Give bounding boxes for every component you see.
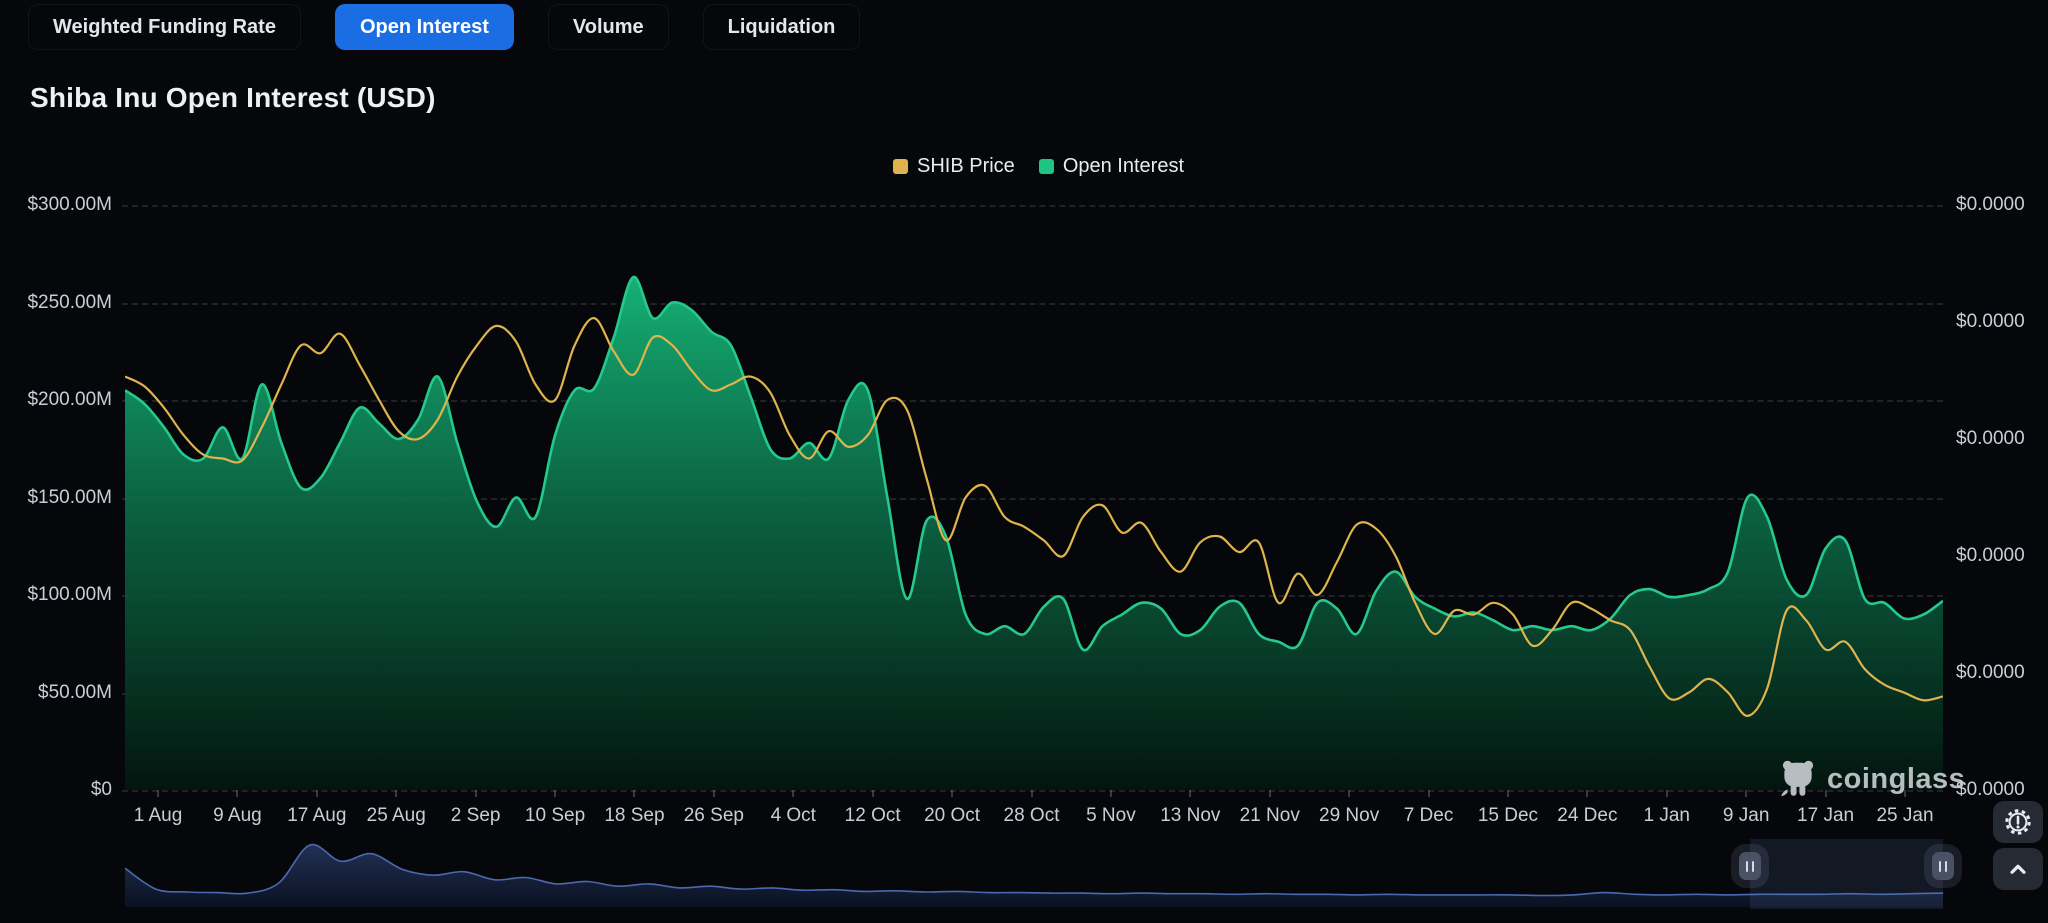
x-axis-tick bbox=[633, 790, 635, 797]
x-axis-tick bbox=[1745, 790, 1747, 797]
x-axis-tick bbox=[713, 790, 715, 797]
x-axis-label: 15 Dec bbox=[1478, 805, 1538, 827]
y-axis-right-label: $0.0000 bbox=[1956, 311, 2025, 333]
x-axis-label: 17 Jan bbox=[1797, 805, 1854, 827]
x-axis-tick bbox=[1507, 790, 1509, 797]
x-axis-label: 28 Oct bbox=[1004, 805, 1060, 827]
x-axis-tick bbox=[951, 790, 953, 797]
legend-item-open-interest[interactable]: Open Interest bbox=[1039, 155, 1184, 178]
y-axis-right-label: $0.0000 bbox=[1956, 779, 2025, 801]
y-axis-left-label: $300.00M bbox=[0, 194, 112, 216]
y-axis-left-label: $200.00M bbox=[0, 389, 112, 411]
x-axis-tick bbox=[1348, 790, 1350, 797]
chart-settings-button[interactable] bbox=[1993, 801, 2043, 843]
y-axis-right-label: $0.0000 bbox=[1956, 545, 2025, 567]
tab-open-interest[interactable]: Open Interest bbox=[335, 4, 514, 50]
chart-legend: SHIB Price Open Interest bbox=[893, 155, 1184, 178]
x-axis-label: 29 Nov bbox=[1319, 805, 1379, 827]
x-axis-tick bbox=[554, 790, 556, 797]
x-axis-label: 9 Aug bbox=[213, 805, 262, 827]
tab-liquidation[interactable]: Liquidation bbox=[703, 4, 861, 50]
y-axis-left-label: $150.00M bbox=[0, 487, 112, 509]
scroll-to-top-button[interactable] bbox=[1993, 848, 2043, 890]
legend-label: Open Interest bbox=[1063, 155, 1184, 178]
x-axis-label: 25 Aug bbox=[367, 805, 426, 827]
legend-item-shib-price[interactable]: SHIB Price bbox=[893, 155, 1015, 178]
x-axis-label: 1 Jan bbox=[1644, 805, 1690, 827]
x-axis-label: 24 Dec bbox=[1557, 805, 1617, 827]
tab-weighted-funding-rate[interactable]: Weighted Funding Rate bbox=[28, 4, 301, 50]
x-axis-label: 21 Nov bbox=[1240, 805, 1300, 827]
x-axis-tick bbox=[157, 790, 159, 797]
y-axis-left-label: $100.00M bbox=[0, 584, 112, 606]
x-axis-label: 1 Aug bbox=[134, 805, 183, 827]
watermark-text: coinglass bbox=[1827, 763, 1965, 796]
shib-price-swatch bbox=[893, 159, 908, 174]
x-axis-tick bbox=[1189, 790, 1191, 797]
navigator-selected-range[interactable] bbox=[1750, 839, 1943, 909]
x-axis-tick bbox=[1269, 790, 1271, 797]
page-title: Shiba Inu Open Interest (USD) bbox=[30, 82, 436, 114]
coinglass-bull-logo-icon bbox=[1779, 758, 1817, 800]
x-axis-label: 18 Sep bbox=[604, 805, 664, 827]
main-chart[interactable] bbox=[125, 205, 1943, 790]
x-axis-label: 5 Nov bbox=[1086, 805, 1136, 827]
x-axis-tick bbox=[316, 790, 318, 797]
x-axis-label: 12 Oct bbox=[845, 805, 901, 827]
gear-alert-icon bbox=[2004, 808, 2032, 836]
tab-bar: Weighted Funding Rate Open Interest Volume… bbox=[28, 3, 860, 51]
x-axis-label: 20 Oct bbox=[924, 805, 980, 827]
x-axis-tick bbox=[1110, 790, 1112, 797]
y-axis-right-label: $0.0000 bbox=[1956, 194, 2025, 216]
y-axis-left-label: $50.00M bbox=[0, 682, 112, 704]
tab-volume[interactable]: Volume bbox=[548, 4, 669, 50]
x-axis-tick bbox=[872, 790, 874, 797]
chevron-up-icon bbox=[2005, 856, 2031, 882]
open-interest-swatch bbox=[1039, 159, 1054, 174]
x-axis-tick bbox=[1666, 790, 1668, 797]
x-axis-label: 7 Dec bbox=[1404, 805, 1454, 827]
x-axis-label: 26 Sep bbox=[684, 805, 744, 827]
coinglass-watermark: coinglass bbox=[1779, 758, 1965, 800]
y-axis-right-label: $0.0000 bbox=[1956, 662, 2025, 684]
x-axis-label: 17 Aug bbox=[287, 805, 346, 827]
y-axis-left-label: $0 bbox=[0, 779, 112, 801]
navigator-right-handle[interactable] bbox=[1932, 852, 1954, 880]
navigator-area-series bbox=[125, 845, 1943, 907]
legend-label: SHIB Price bbox=[917, 155, 1015, 178]
y-axis-left-label: $250.00M bbox=[0, 292, 112, 314]
x-axis-label: 13 Nov bbox=[1160, 805, 1220, 827]
x-axis-tick bbox=[1428, 790, 1430, 797]
x-axis-label: 4 Oct bbox=[771, 805, 816, 827]
navigator-minimap[interactable] bbox=[125, 841, 1943, 907]
x-axis-tick bbox=[475, 790, 477, 797]
x-axis-label: 2 Sep bbox=[451, 805, 501, 827]
x-axis-label: 25 Jan bbox=[1876, 805, 1933, 827]
x-axis-tick bbox=[236, 790, 238, 797]
x-axis-tick bbox=[395, 790, 397, 797]
y-axis-right-label: $0.0000 bbox=[1956, 428, 2025, 450]
x-axis-tick bbox=[1586, 790, 1588, 797]
x-axis-label: 9 Jan bbox=[1723, 805, 1769, 827]
x-axis-tick bbox=[1031, 790, 1033, 797]
navigator-left-handle[interactable] bbox=[1739, 852, 1761, 880]
x-axis-label: 10 Sep bbox=[525, 805, 585, 827]
x-axis-tick bbox=[792, 790, 794, 797]
